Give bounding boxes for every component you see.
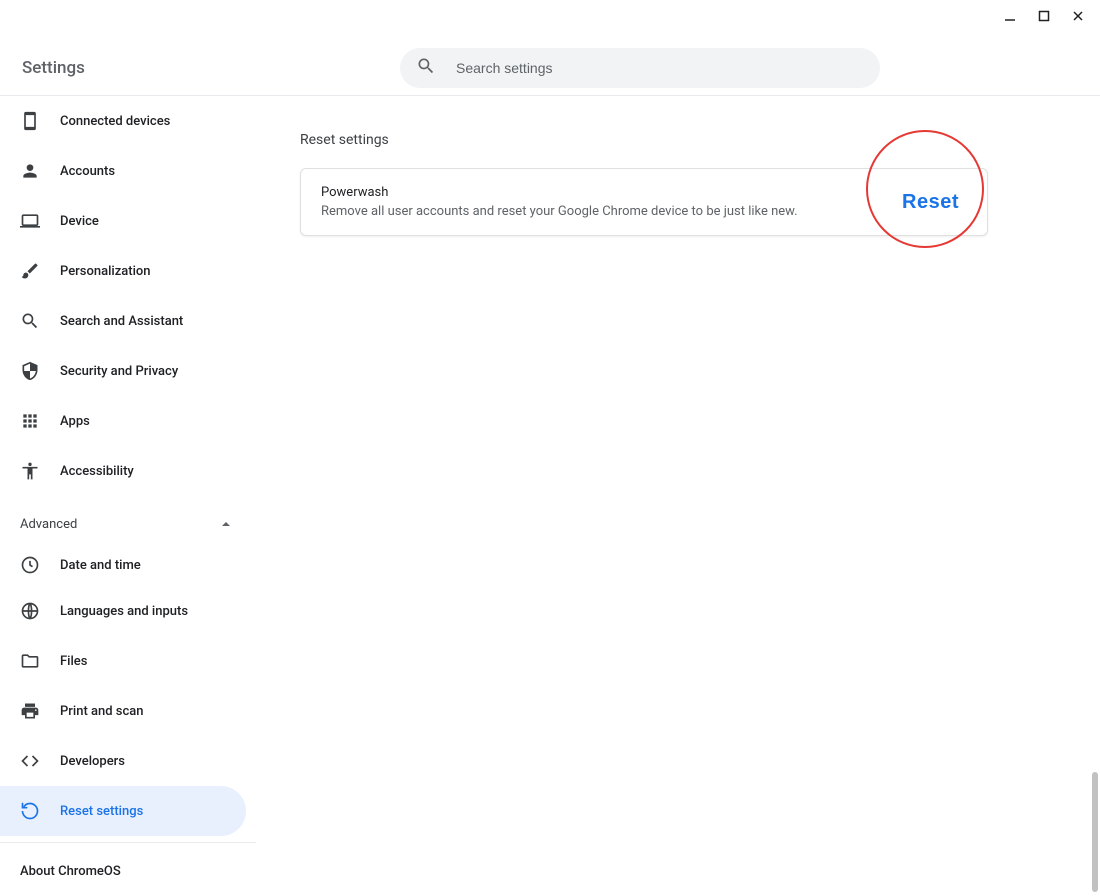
sidebar-item-device[interactable]: Device — [0, 196, 256, 246]
reset-button[interactable]: Reset — [894, 187, 967, 218]
laptop-icon — [20, 211, 40, 231]
clock-icon — [20, 555, 40, 575]
sidebar-item-label: Accessibility — [60, 464, 134, 479]
sidebar-item-accessibility[interactable]: Accessibility — [0, 446, 256, 496]
sidebar-item-label: Security and Privacy — [60, 364, 178, 379]
powerwash-card: Powerwash Remove all user accounts and r… — [300, 168, 988, 236]
sidebar-item-label: Files — [60, 654, 87, 669]
chevron-up-icon — [220, 515, 232, 534]
search-bar[interactable] — [400, 48, 880, 88]
minimize-button[interactable] — [1000, 6, 1020, 26]
sidebar-item-search-assistant[interactable]: Search and Assistant — [0, 296, 256, 346]
sidebar-item-label: Search and Assistant — [60, 314, 183, 329]
sidebar-item-personalization[interactable]: Personalization — [0, 246, 256, 296]
sidebar-item-label: Developers — [60, 754, 125, 769]
section-label: Advanced — [20, 517, 77, 532]
sidebar-item-developers[interactable]: Developers — [0, 736, 256, 786]
card-description: Remove all user accounts and reset your … — [321, 204, 874, 219]
sidebar-item-accounts[interactable]: Accounts — [0, 146, 256, 196]
code-icon — [20, 751, 40, 771]
sidebar: Connected devices Accounts Device Person… — [0, 96, 256, 896]
search-icon — [416, 56, 436, 80]
sidebar-item-label: Apps — [60, 414, 90, 429]
sidebar-item-files[interactable]: Files — [0, 636, 256, 686]
folder-icon — [20, 651, 40, 671]
search-icon — [20, 311, 40, 331]
main-content: Reset settings Powerwash Remove all user… — [256, 96, 1100, 896]
accessibility-icon — [20, 461, 40, 481]
sidebar-item-label: Date and time — [60, 558, 141, 573]
sidebar-item-label: Connected devices — [60, 114, 170, 129]
sidebar-section-advanced[interactable]: Advanced — [0, 504, 256, 544]
reset-icon — [20, 801, 40, 821]
search-input[interactable] — [456, 60, 864, 76]
sidebar-item-label: About ChromeOS — [20, 864, 121, 879]
sidebar-item-print-scan[interactable]: Print and scan — [0, 686, 256, 736]
maximize-button[interactable] — [1034, 6, 1054, 26]
phone-icon — [20, 111, 40, 131]
sidebar-item-label: Accounts — [60, 164, 115, 179]
sidebar-item-security-privacy[interactable]: Security and Privacy — [0, 346, 256, 396]
window-controls — [988, 0, 1100, 32]
scrollbar-thumb[interactable] — [1092, 772, 1098, 892]
sidebar-item-label: Languages and inputs — [60, 604, 188, 619]
sidebar-item-date-time[interactable]: Date and time — [0, 544, 256, 586]
sidebar-item-label: Print and scan — [60, 704, 144, 719]
person-icon — [20, 161, 40, 181]
sidebar-item-connected-devices[interactable]: Connected devices — [0, 96, 256, 146]
sidebar-item-label: Reset settings — [60, 804, 143, 819]
sidebar-item-label: Personalization — [60, 264, 151, 279]
brush-icon — [20, 261, 40, 281]
header: Settings — [0, 0, 1100, 96]
printer-icon — [20, 701, 40, 721]
sidebar-item-label: Device — [60, 214, 99, 229]
card-title: Powerwash — [321, 185, 874, 200]
shield-icon — [20, 361, 40, 381]
sidebar-item-apps[interactable]: Apps — [0, 396, 256, 446]
page-title: Settings — [22, 58, 85, 78]
globe-icon — [20, 601, 40, 621]
section-title: Reset settings — [300, 132, 988, 148]
apps-icon — [20, 411, 40, 431]
sidebar-item-about-chromeos[interactable]: About ChromeOS — [0, 843, 256, 896]
sidebar-item-reset-settings[interactable]: Reset settings — [0, 786, 246, 836]
sidebar-item-languages-inputs[interactable]: Languages and inputs — [0, 586, 256, 636]
close-button[interactable] — [1068, 6, 1088, 26]
